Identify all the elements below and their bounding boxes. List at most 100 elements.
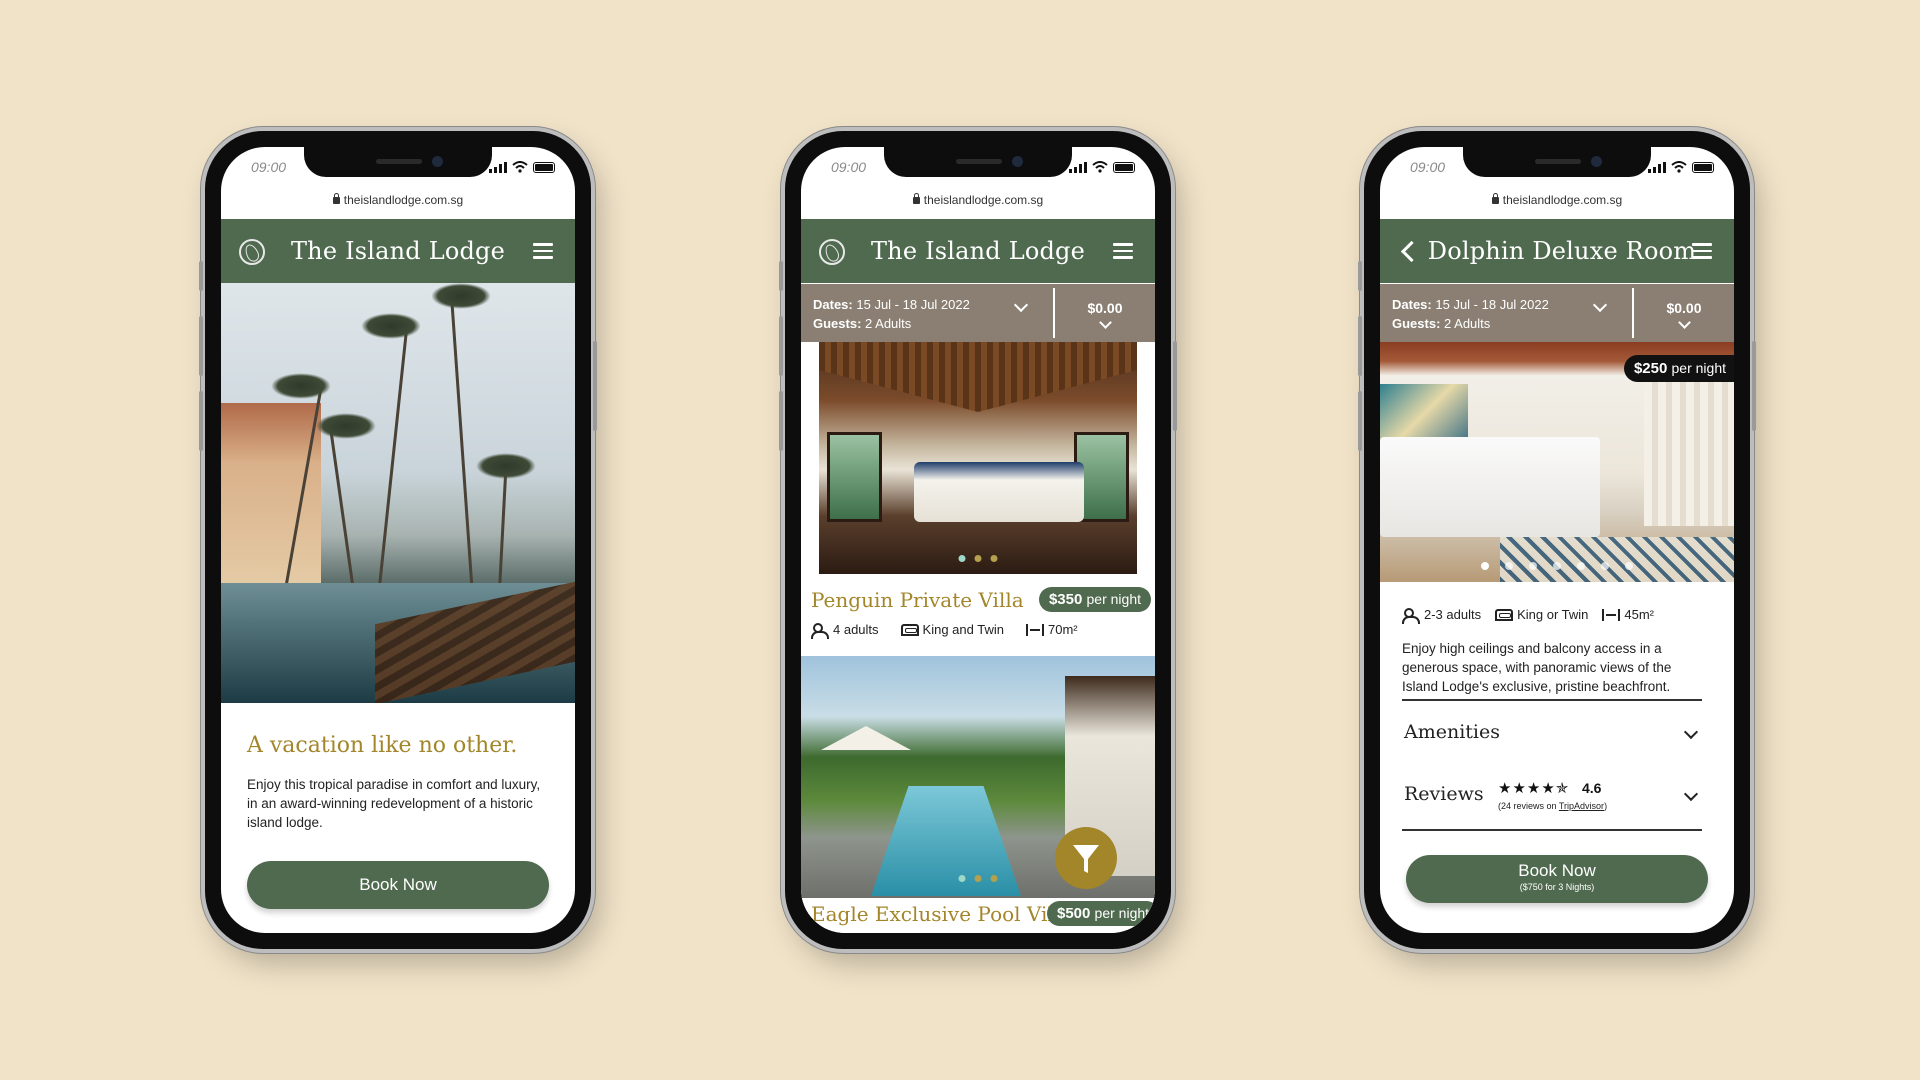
url-text: theislandlodge.com.sg <box>1502 193 1623 207</box>
review-count-text: (24 reviews on <box>1498 801 1559 811</box>
menu-icon[interactable] <box>533 243 553 259</box>
chevron-down-icon <box>1683 724 1699 740</box>
battery-icon <box>1692 161 1714 173</box>
reviews-accordion[interactable]: Reviews ★★★★✯ 4.6 (24 reviews on TripAdv… <box>1402 763 1702 829</box>
dates-value: 15 Jul - 18 Jul 2022 <box>856 297 970 312</box>
room-adults: 4 adults <box>833 622 879 637</box>
lock-icon <box>1491 193 1499 204</box>
bed-icon <box>900 623 919 636</box>
menu-icon[interactable] <box>1113 243 1133 259</box>
total-price-value: $0.00 <box>1087 300 1123 316</box>
logo-icon[interactable] <box>819 239 845 265</box>
bed-icon <box>1495 608 1514 621</box>
room-bed: King or Twin <box>1517 607 1589 622</box>
phone-room-detail: 09:00 theislandlodge.com.sg Dolphin Delu… <box>1358 131 1756 949</box>
status-time: 09:00 <box>1410 159 1446 175</box>
room-price-value: $250 <box>1633 360 1668 377</box>
booking-info[interactable]: Dates: 15 Jul - 18 Jul 2022 Guests: 2 Ad… <box>813 295 970 333</box>
book-now-label: Book Now <box>359 875 437 894</box>
dates-value: 15 Jul - 18 Jul 2022 <box>1435 297 1549 312</box>
booking-bar: Dates: 15 Jul - 18 Jul 2022 Guests: 2 Ad… <box>801 284 1155 342</box>
dates-label: Dates: <box>1392 297 1432 312</box>
chevron-down-icon[interactable] <box>1592 297 1608 313</box>
logo-icon[interactable] <box>239 239 265 265</box>
status-time: 09:00 <box>251 159 287 175</box>
url-text: theislandlodge.com.sg <box>343 193 464 207</box>
star-rating: ★★★★✯ <box>1498 780 1570 797</box>
people-icon <box>1402 608 1420 624</box>
hero-heading: A vacation like no other. <box>247 733 518 758</box>
book-now-button[interactable]: Book Now ($750 for 3 Nights) <box>1406 855 1708 903</box>
lock-icon <box>332 193 340 204</box>
book-now-button[interactable]: Book Now <box>247 861 549 909</box>
total-price[interactable]: $0.00 <box>1055 300 1155 329</box>
phone-listing: 09:00 theislandlodge.com.sg The Island L… <box>779 131 1177 949</box>
dates-label: Dates: <box>813 297 853 312</box>
menu-icon[interactable] <box>1692 243 1712 259</box>
tripadvisor-link[interactable]: TripAdvisor <box>1559 801 1604 811</box>
room-name: Eagle Exclusive Pool Villa <box>811 902 1073 926</box>
signal-icon <box>489 161 507 173</box>
chevron-down-icon[interactable] <box>1013 297 1029 313</box>
room-price-unit: per night <box>1094 905 1150 921</box>
status-time: 09:00 <box>831 159 867 175</box>
room-price-unit: per night <box>1671 360 1726 376</box>
room-price-unit: per night <box>1086 591 1141 607</box>
screen: 09:00 theislandlodge.com.sg Dolphin Delu… <box>1380 147 1734 933</box>
total-price-value: $0.00 <box>1666 300 1702 316</box>
rating-value: 4.6 <box>1582 780 1602 796</box>
room-description: Enjoy high ceilings and balcony access i… <box>1402 641 1672 694</box>
guests-label: Guests: <box>1392 316 1441 331</box>
review-count-close: ) <box>1604 801 1608 811</box>
back-icon[interactable] <box>1398 239 1414 263</box>
battery-icon <box>533 161 555 173</box>
url-bar[interactable]: theislandlodge.com.sg <box>801 193 1155 207</box>
site-header: The Island Lodge <box>801 219 1155 283</box>
review-count: (24 reviews on TripAdvisor) <box>1498 801 1607 811</box>
room-price-value: $350 <box>1048 591 1083 608</box>
site-header: The Island Lodge <box>221 219 575 283</box>
total-price[interactable]: $0.00 <box>1634 300 1734 329</box>
wifi-icon <box>1092 161 1108 173</box>
room-bed: King and Twin <box>922 622 1004 637</box>
amenities-accordion[interactable]: Amenities <box>1402 707 1702 763</box>
url-text: theislandlodge.com.sg <box>923 193 1044 207</box>
url-bar[interactable]: theislandlodge.com.sg <box>1380 193 1734 207</box>
book-now-subtotal: ($750 for 3 Nights) <box>1519 882 1595 892</box>
filter-icon <box>1073 845 1099 873</box>
phone-home: 09:00 theislandlodge.com.sg The Island L… <box>199 131 597 949</box>
room-card[interactable]: Eagle Exclusive Pool Villa $500 per nigh… <box>801 898 1155 933</box>
url-bar[interactable]: theislandlodge.com.sg <box>221 193 575 207</box>
battery-icon <box>1113 161 1135 173</box>
chevron-down-icon <box>1683 786 1699 802</box>
wifi-icon <box>512 161 528 173</box>
filter-button[interactable] <box>1055 827 1117 889</box>
site-title: The Island Lodge <box>290 237 506 265</box>
chevron-down-icon <box>1677 316 1691 329</box>
size-icon <box>1025 623 1044 636</box>
guests-value: 2 Adults <box>1444 316 1491 331</box>
room-image[interactable] <box>819 342 1137 574</box>
room-name: Penguin Private Villa <box>811 588 1024 612</box>
room-size: 45m² <box>1624 607 1655 622</box>
guests-value: 2 Adults <box>865 316 912 331</box>
lock-icon <box>912 193 920 204</box>
chevron-down-icon <box>1098 316 1112 329</box>
people-icon <box>811 623 829 639</box>
room-price-value: $500 <box>1057 905 1091 922</box>
booking-info[interactable]: Dates: 15 Jul - 18 Jul 2022 Guests: 2 Ad… <box>1392 295 1549 333</box>
site-header: Dolphin Deluxe Room <box>1380 219 1734 283</box>
reviews-label: Reviews <box>1404 783 1484 805</box>
page-title: Dolphin Deluxe Room <box>1427 237 1697 265</box>
wifi-icon <box>1671 161 1687 173</box>
room-price: $250 per night <box>1623 355 1734 382</box>
screen: 09:00 theislandlodge.com.sg The Island L… <box>221 147 575 933</box>
guests-label: Guests: <box>813 316 862 331</box>
signal-icon <box>1069 161 1087 173</box>
room-card[interactable]: Penguin Private Villa $350 per night 4 a… <box>801 574 1155 656</box>
room-adults: 2-3 adults <box>1424 607 1482 622</box>
signal-icon <box>1648 161 1666 173</box>
book-now-label: Book Now <box>1518 861 1596 880</box>
amenities-label: Amenities <box>1404 721 1501 743</box>
screen: 09:00 theislandlodge.com.sg The Island L… <box>801 147 1155 933</box>
